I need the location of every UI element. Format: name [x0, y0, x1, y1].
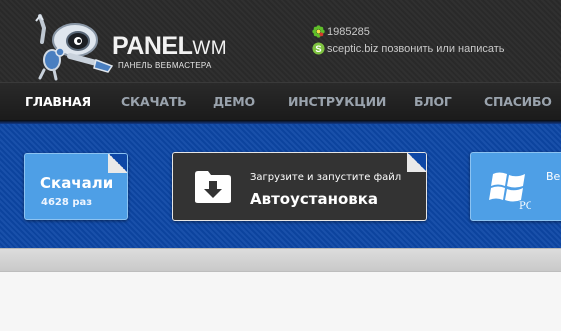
robot-mascot-icon	[35, 14, 114, 81]
page-fold-corner	[407, 153, 426, 172]
nav-item-instructions[interactable]: ИНСТРУКЦИИ	[288, 94, 386, 109]
page-fold-corner	[108, 154, 127, 173]
logo-word-light: WM	[192, 38, 228, 59]
autoinstall-title: Автоустановка	[250, 190, 379, 208]
autoinstall-tile[interactable]: Загрузите и запустите файл Автоустановка	[172, 152, 427, 221]
content-area	[0, 272, 561, 331]
folder-download-icon	[195, 171, 231, 203]
windows-tile-text: Ве	[546, 170, 561, 183]
main-nav: ГЛАВНАЯ СКАЧАТЬ ДЕМО ИНСТРУКЦИИ БЛОГ СПА…	[0, 82, 561, 120]
icq-flower-icon	[312, 25, 325, 38]
contacts-block: 1985285 S sceptic.biz позвонить или напи…	[312, 23, 505, 57]
site-header: PANELWM ПАНЕЛЬ ВЕБМАСТЕРА 1985285 S scep…	[0, 0, 561, 82]
windows-pc-icon: PC	[489, 172, 531, 210]
autoinstall-hint: Загрузите и запустите файл	[250, 172, 402, 183]
downloads-count: 4628 раз	[41, 197, 93, 208]
windows-version-tile[interactable]: PC Ве	[470, 152, 561, 221]
nav-item-blog[interactable]: БЛОГ	[414, 94, 452, 109]
nav-item-demo[interactable]: ДЕМО	[213, 94, 255, 109]
nav-item-home[interactable]: ГЛАВНАЯ	[25, 94, 91, 109]
nav-item-download[interactable]: СКАЧАТЬ	[121, 94, 187, 109]
downloads-count-tile[interactable]: Скачали 4628 раз	[24, 153, 128, 220]
feature-band: Скачали 4628 раз Загрузите и запустите ф…	[0, 124, 561, 248]
downloads-title: Скачали	[40, 174, 114, 192]
section-divider	[0, 248, 561, 272]
site-logo[interactable]: PANELWM ПАНЕЛЬ ВЕБМАСТЕРА	[30, 12, 240, 82]
skype-contact[interactable]: S sceptic.biz позвонить или написать	[312, 40, 505, 57]
skype-text: sceptic.biz позвонить или написать	[327, 42, 505, 55]
skype-icon: S	[312, 42, 325, 55]
logo-wordmark: PANELWM	[112, 32, 228, 60]
logo-word-bold: PANEL	[112, 32, 193, 60]
icq-contact[interactable]: 1985285	[312, 23, 505, 40]
nav-item-thanks[interactable]: СПАСИБО	[484, 94, 552, 109]
pc-label: PC	[519, 201, 531, 210]
svg-text:S: S	[315, 44, 321, 54]
logo-subtitle: ПАНЕЛЬ ВЕБМАСТЕРА	[118, 61, 212, 70]
icq-number: 1985285	[327, 25, 370, 38]
